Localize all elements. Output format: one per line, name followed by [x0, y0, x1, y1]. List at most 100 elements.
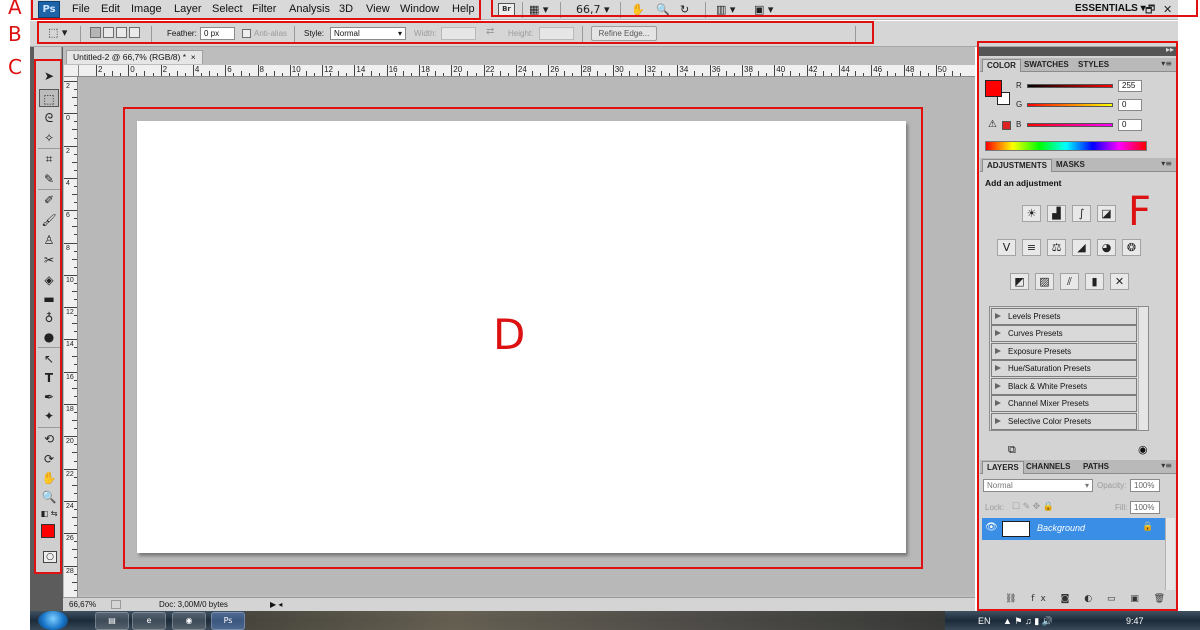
r-value-input[interactable]: 255 [1118, 80, 1142, 92]
default-colors-icon[interactable]: ◧ ⇆ [39, 505, 59, 523]
foreground-color-swatch[interactable] [41, 524, 55, 538]
style-dropdown[interactable]: Normal ▾ [330, 27, 406, 40]
blend-mode-dropdown[interactable]: Normal ▾ [983, 479, 1093, 492]
preset-item[interactable]: Levels Presets [991, 308, 1137, 325]
layer-row-background[interactable]: 👁 Background 🔒 [982, 518, 1166, 540]
refine-edge-button[interactable]: Refine Edge... [591, 26, 657, 41]
menu-image[interactable]: Image [131, 3, 162, 15]
tab-masks[interactable]: MASKS [1052, 159, 1089, 172]
menu-3d[interactable]: 3D [339, 3, 353, 15]
magic-wand-tool-icon[interactable]: ✧ [39, 129, 59, 147]
panel-menu-icon[interactable]: ▾≡ [1161, 159, 1172, 168]
history-brush-tool-icon[interactable]: ✂ [39, 251, 59, 269]
workspace-switcher[interactable]: ESSENTIALS ▾ [1075, 3, 1146, 14]
tab-adjustments[interactable]: ADJUSTMENTS [982, 159, 1053, 172]
clock[interactable]: 9:47 [1126, 616, 1144, 626]
dodge-tool-icon[interactable]: ● [39, 328, 59, 346]
screen-mode-icon[interactable]: ▣ ▾ [754, 2, 773, 18]
tab-swatches[interactable]: SWATCHES [1020, 59, 1073, 72]
preset-item[interactable]: Hue/Saturation Presets [991, 360, 1137, 377]
crop-tool-icon[interactable]: ⌗ [39, 150, 59, 168]
blur-tool-icon[interactable]: ♁ [39, 309, 59, 327]
menu-help[interactable]: Help [452, 3, 475, 15]
hue-saturation-icon[interactable]: ≡ [1022, 239, 1041, 256]
rectangular-marquee-tool-icon[interactable]: ⬚ [39, 89, 59, 107]
status-menu-icon[interactable]: ▶ ◂ [270, 600, 282, 609]
tab-channels[interactable]: CHANNELS [1022, 461, 1074, 474]
menu-analysis[interactable]: Analysis [289, 3, 330, 15]
eye-visibility-icon[interactable]: 👁 [985, 522, 998, 533]
zoom-level-dropdown[interactable]: 66,7 ▾ [576, 2, 610, 18]
spot-healing-brush-tool-icon[interactable]: ✐ [39, 191, 59, 209]
tab-color[interactable]: COLOR [982, 59, 1021, 72]
restore-icon[interactable]: 🗗 [1145, 2, 1155, 18]
preset-item[interactable]: Selective Color Presets [991, 413, 1137, 430]
type-tool-icon[interactable]: T [39, 369, 59, 387]
threshold-icon[interactable]: ⫽ [1060, 273, 1079, 290]
photo-filter-icon[interactable]: ◕ [1097, 239, 1116, 256]
preset-item[interactable]: Black & White Presets [991, 378, 1137, 395]
3d-orbit-tool-icon[interactable]: ⟳ [39, 450, 59, 468]
fill-input[interactable]: 100% [1130, 501, 1160, 514]
warning-icon[interactable]: ⚠ [988, 119, 997, 130]
panel-menu-icon[interactable]: ▾≡ [1161, 461, 1172, 470]
horizontal-ruler[interactable]: 2 0 2 4 6 8 10 12 14 16 18 20 22 24 26 28 30 32 34 36 38 40 42… [79, 65, 975, 77]
anti-alias-checkbox[interactable] [242, 29, 251, 38]
new-selection-icon[interactable] [90, 27, 101, 38]
pen-tool-icon[interactable]: ✒ [39, 388, 59, 406]
levels-icon[interactable]: ▟ [1047, 205, 1066, 222]
layers-footer-icons[interactable]: ⛓ fx ◙ ◐ ▭ ▣ 🗑 [1005, 594, 1171, 604]
photoshop-logo-icon[interactable]: Ps [38, 1, 60, 18]
start-button-icon[interactable] [38, 611, 68, 630]
eyedropper-tool-icon[interactable]: ✎ [39, 170, 59, 188]
menu-filter[interactable]: Filter [252, 3, 276, 15]
preset-item[interactable]: Curves Presets [991, 325, 1137, 342]
selective-color-icon[interactable]: ✕ [1110, 273, 1129, 290]
intersect-selection-icon[interactable] [129, 27, 140, 38]
custom-shape-tool-icon[interactable]: ✦ [39, 407, 59, 425]
view-extras-icon[interactable]: ▦ ▾ [529, 2, 548, 18]
r-slider[interactable] [1027, 84, 1113, 88]
close-icon[interactable]: ✕ [1163, 2, 1172, 18]
gradient-map-icon[interactable]: ▮ [1085, 273, 1104, 290]
invert-icon[interactable]: ◩ [1010, 273, 1029, 290]
brush-tool-icon[interactable]: 🖌 [39, 211, 59, 229]
rotate-view-icon[interactable]: ↻ [680, 2, 689, 18]
arrange-documents-icon[interactable]: ▥ ▾ [716, 2, 735, 18]
path-selection-tool-icon[interactable]: ↖ [39, 350, 59, 368]
subtract-from-selection-icon[interactable] [116, 27, 127, 38]
add-to-selection-icon[interactable] [103, 27, 114, 38]
height-input[interactable] [539, 27, 574, 40]
menu-edit[interactable]: Edit [101, 3, 120, 15]
ruler-origin[interactable] [64, 65, 79, 77]
zoom-field[interactable]: 66,67% [69, 600, 96, 609]
color-spectrum-bar[interactable] [985, 141, 1147, 151]
document-tab[interactable]: Untitled-2 @ 66,7% (RGB/8) * × [66, 50, 203, 64]
feather-input[interactable]: 0 px [200, 27, 235, 40]
hand-tool-icon[interactable]: ✋ [39, 469, 59, 487]
tray-icons[interactable]: ▲ ⚑ ♫ ▮ 🔊 [1003, 616, 1053, 627]
minimize-icon[interactable]: – [1127, 2, 1133, 18]
move-tool-icon[interactable]: ➤ [39, 67, 59, 85]
menu-window[interactable]: Window [400, 3, 439, 15]
collapse-icon[interactable]: ▸▸ [1166, 45, 1174, 54]
black-white-icon[interactable]: ◢ [1072, 239, 1091, 256]
exposure-icon[interactable]: ◪ [1097, 205, 1116, 222]
gradient-tool-icon[interactable]: ▬ [39, 290, 59, 308]
tab-styles[interactable]: STYLES [1074, 59, 1113, 72]
preset-item[interactable]: Exposure Presets [991, 343, 1137, 360]
channel-mixer-icon[interactable]: ❂ [1122, 239, 1141, 256]
opacity-input[interactable]: 100% [1130, 479, 1160, 492]
menu-select[interactable]: Select [212, 3, 243, 15]
panel-menu-icon[interactable]: ▾≡ [1161, 59, 1172, 68]
brightness-contrast-icon[interactable]: ☀ [1022, 205, 1041, 222]
vibrance-icon[interactable]: V [997, 239, 1016, 256]
posterize-icon[interactable]: ▨ [1035, 273, 1054, 290]
clip-to-layer-icon[interactable]: ⧉ [1008, 443, 1016, 457]
g-slider[interactable] [1027, 103, 1113, 107]
menu-layer[interactable]: Layer [174, 3, 202, 15]
internet-explorer-icon[interactable]: e [132, 612, 166, 630]
bridge-icon[interactable]: Br [498, 3, 515, 16]
explorer-icon[interactable]: ▤ [95, 612, 129, 630]
panel-collapse-strip[interactable]: ▸▸ [978, 45, 1178, 56]
